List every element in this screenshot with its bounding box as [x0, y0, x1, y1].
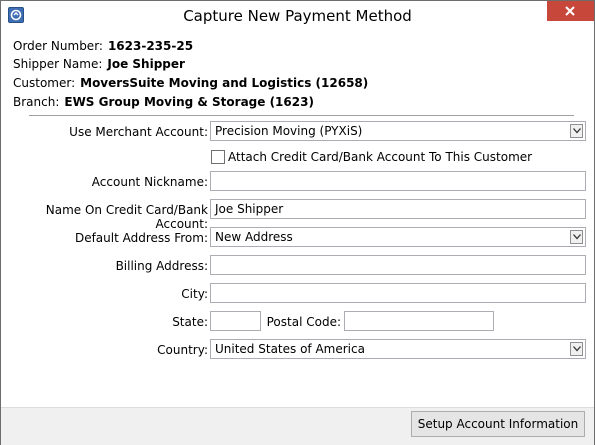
account-nickname-label: Account Nickname: [91, 175, 208, 189]
close-button[interactable] [547, 1, 594, 21]
title-bar: Capture New Payment Method [1, 1, 594, 31]
default-address-value: New Address [215, 230, 293, 244]
section-divider [29, 115, 574, 116]
city-input[interactable] [210, 283, 586, 303]
footer-bar: Setup Account Information [1, 407, 594, 445]
default-address-dropdown-button[interactable] [570, 230, 583, 244]
default-address-label: Default Address From: [74, 231, 208, 245]
attach-checkbox[interactable] [211, 150, 225, 164]
merchant-account-dropdown-button[interactable] [570, 124, 583, 138]
billing-address-label: Billing Address: [115, 259, 208, 273]
postal-code-label: Postal Code: [266, 315, 341, 329]
default-address-select[interactable]: New Address [210, 227, 586, 247]
attach-checkbox-label[interactable]: Attach Credit Card/Bank Account To This … [228, 150, 532, 164]
branch-value: EWS Group Moving & Storage (1623) [64, 95, 314, 109]
customer-row: Customer: MoversSuite Moving and Logistic… [13, 76, 368, 90]
branch-row: Branch: EWS Group Moving & Storage (1623) [13, 95, 314, 109]
chevron-down-icon [573, 128, 581, 134]
shipper-name-row: Shipper Name: Joe Shipper [13, 57, 185, 71]
country-value: United States of America [215, 342, 365, 356]
country-select[interactable]: United States of America [210, 339, 586, 359]
order-number-row: Order Number: 1623-235-25 [13, 39, 193, 53]
postal-code-input[interactable] [344, 311, 494, 331]
branch-label: Branch: [13, 95, 60, 109]
order-number-value: 1623-235-25 [107, 39, 194, 53]
merchant-account-select[interactable]: Precision Moving (PYXiS) [210, 121, 586, 141]
billing-address-input[interactable] [210, 255, 586, 275]
merchant-account-value: Precision Moving (PYXiS) [215, 124, 363, 138]
name-on-card-input[interactable]: Joe Shipper [210, 199, 586, 219]
shipper-name-value: Joe Shipper [107, 57, 185, 71]
account-nickname-input[interactable] [210, 171, 586, 191]
city-label: City: [181, 287, 208, 301]
merchant-account-label: Use Merchant Account: [69, 125, 208, 139]
dialog-window: Capture New Payment Method Order Number:… [0, 0, 595, 445]
chevron-down-icon [573, 346, 581, 352]
window-title: Capture New Payment Method [183, 7, 412, 25]
order-number-label: Order Number: [13, 39, 103, 53]
setup-account-button[interactable]: Setup Account Information [411, 411, 585, 437]
chevron-down-icon [573, 234, 581, 240]
country-dropdown-button[interactable] [570, 342, 583, 356]
country-label: Country: [157, 343, 208, 357]
customer-label: Customer: [13, 76, 76, 90]
name-on-card-label: Name On Credit Card/Bank Account: [45, 203, 208, 231]
close-icon [565, 6, 575, 16]
customer-value: MoversSuite Moving and Logistics (12658) [80, 76, 369, 90]
shipper-name-label: Shipper Name: [13, 57, 103, 71]
